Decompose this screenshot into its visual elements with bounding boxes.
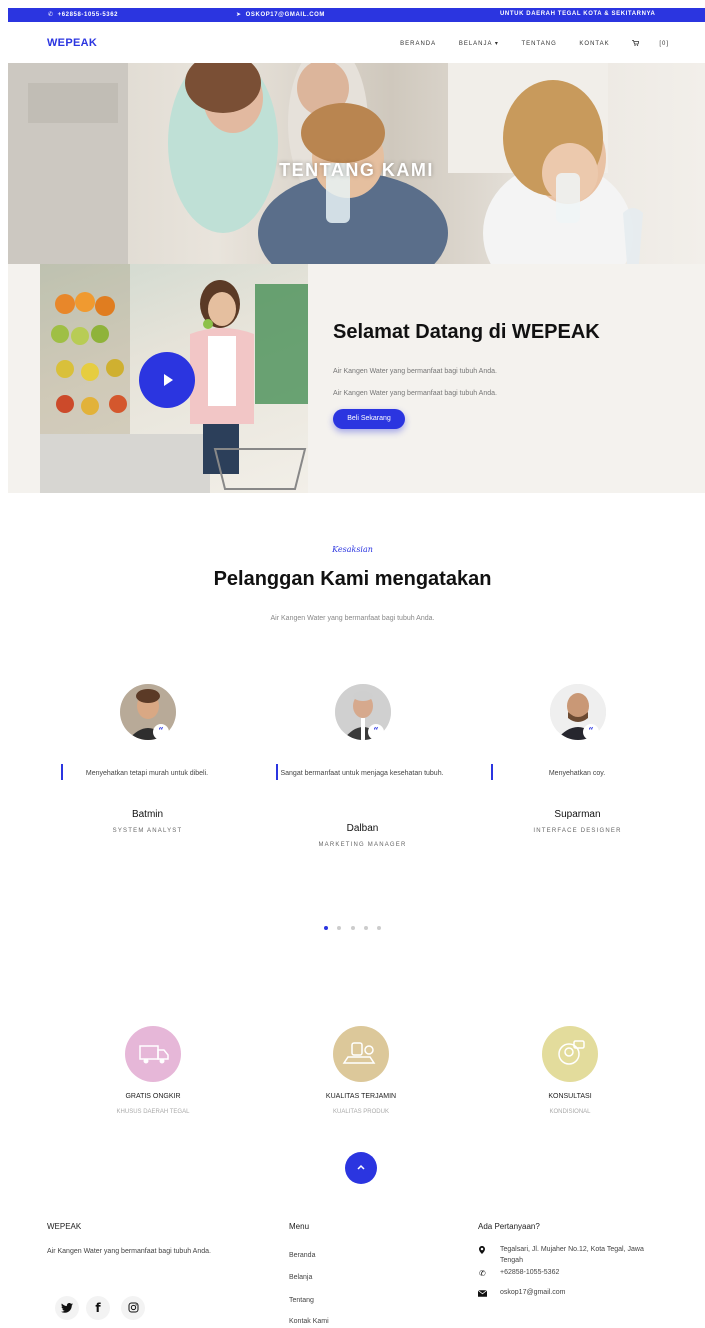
chevron-up-icon <box>357 1164 365 1170</box>
nav-cart[interactable]: [0] <box>632 40 669 47</box>
nav-beranda[interactable]: BERANDA <box>400 41 436 47</box>
welcome-text-2: Air Kangen Water yang bermanfaat bagi tu… <box>333 390 497 397</box>
footer-email[interactable]: oskop17@gmail.com <box>500 1289 565 1296</box>
testimonial-quote: Menyehatkan coy. <box>548 770 606 777</box>
carousel-dots <box>0 917 705 935</box>
topbar-email[interactable]: ➤ OSKOP17@GMAIL.COM <box>236 11 325 18</box>
consult-icon <box>542 1026 598 1082</box>
envelope-icon <box>477 1289 488 1299</box>
footer-address: Tegalsari, Jl. Mujaher No.12, Kota Tegal… <box>500 1246 644 1253</box>
testimonial-role: INTERFACE DESIGNER <box>533 828 622 834</box>
nav-belanja[interactable]: BELANJA ▾ <box>459 40 499 47</box>
play-icon <box>139 352 195 408</box>
welcome-text-1: Air Kangen Water yang bermanfaat bagi tu… <box>333 368 497 375</box>
phone-icon: ✆ <box>48 12 54 18</box>
feature-free-shipping: GRATIS ONGKIR KHUSUS DAERAH TEGAL <box>53 1026 253 1115</box>
quote-icon: “ <box>583 724 599 740</box>
testimonial-role: SYSTEM ANALYST <box>112 828 183 834</box>
hero-title: TENTANG KAMI <box>279 160 434 180</box>
feature-subtitle: KUALITAS PRODUK <box>333 1109 389 1115</box>
footer-link-beranda[interactable]: Beranda <box>289 1252 315 1259</box>
feature-title: GRATIS ONGKIR <box>125 1093 181 1100</box>
carousel-dot[interactable] <box>337 926 342 930</box>
feature-title: KUALITAS TERJAMIN <box>325 1093 397 1100</box>
feature-quality: KUALITAS TERJAMIN KUALITAS PRODUK <box>261 1026 461 1115</box>
feature-title: KONSULTASI <box>548 1093 592 1100</box>
footer-menu-title: Menu <box>289 1222 310 1231</box>
testimonial-name: Batmin <box>131 809 164 820</box>
facebook-button[interactable]: f <box>86 1296 110 1320</box>
welcome-heading: Selamat Datang di WEPEAK <box>333 321 600 343</box>
footer-link-tentang[interactable]: Tentang <box>289 1297 314 1304</box>
feature-subtitle: KHUSUS DAERAH TEGAL <box>116 1109 190 1115</box>
feature-subtitle: KONDISIONAL <box>549 1109 591 1115</box>
footer-address-2: Tengah <box>500 1257 523 1264</box>
testimonial-card: “ Menyehatkan tetapi murah untuk dibeli.… <box>40 684 255 844</box>
footer-contact-title: Ada Pertanyaan? <box>478 1222 540 1231</box>
testimonials-subtitle: Air Kangen Water yang bermanfaat bagi tu… <box>270 615 435 622</box>
testimonials-title: Pelanggan Kami mengatakan <box>213 568 492 590</box>
scroll-to-top-button[interactable] <box>345 1152 377 1184</box>
welcome-section: Selamat Datang di WEPEAK Air Kangen Wate… <box>8 264 705 493</box>
footer-about: Air Kangen Water yang bermanfaat bagi tu… <box>47 1248 211 1255</box>
facebook-icon: f <box>95 1301 101 1315</box>
carousel-dot[interactable] <box>377 926 382 930</box>
testimonial-quote: Sangat bermanfaat untuk menjaga kesehata… <box>280 770 444 777</box>
twitter-icon <box>61 1303 73 1313</box>
play-video-button[interactable] <box>137 350 197 415</box>
testimonial-name: Dalban <box>346 823 379 834</box>
phone-icon: ✆ <box>479 1269 486 1278</box>
carousel-dot[interactable] <box>350 926 355 930</box>
main-nav: BERANDA BELANJA ▾ TENTANG KONTAK [0] <box>380 40 669 47</box>
quote-icon: “ <box>368 724 384 740</box>
quote-icon: “ <box>153 724 169 740</box>
paper-plane-icon: ➤ <box>236 12 242 18</box>
hero-banner: TENTANG KAMI <box>8 63 705 264</box>
footer-phone[interactable]: +62858-1055-5362 <box>500 1269 559 1276</box>
truck-icon <box>125 1026 181 1082</box>
cart-count: [0] <box>659 41 669 47</box>
nav-tentang[interactable]: TENTANG <box>522 41 557 47</box>
buy-now-button[interactable]: Beli Sekarang <box>333 409 405 429</box>
testimonial-quote: Menyehatkan tetapi murah untuk dibeli. <box>85 770 209 777</box>
footer-link-kontak[interactable]: Kontak Kami <box>289 1318 329 1325</box>
testimonial-card: “ Sangat bermanfaat untuk menjaga keseha… <box>255 684 470 854</box>
feature-consultation: KONSULTASI KONDISIONAL <box>470 1026 670 1115</box>
topbar-phone[interactable]: ✆ +62858-1055-5362 <box>48 11 118 18</box>
navbar: WEPEAK BERANDA BELANJA ▾ TENTANG KONTAK … <box>8 22 705 62</box>
topbar-area: UNTUK DAERAH TEGAL KOTA & SEKITARNYA <box>500 11 656 17</box>
map-marker-icon <box>479 1246 485 1256</box>
brand-logo[interactable]: WEPEAK <box>47 37 97 49</box>
carousel-dot[interactable] <box>363 926 368 930</box>
testimonials-eyebrow: Kesaksian <box>332 545 373 554</box>
testimonial-role: MARKETING MANAGER <box>318 842 407 848</box>
cart-icon <box>632 40 640 46</box>
testimonial-card: “ Menyehatkan coy. Suparman INTERFACE DE… <box>470 684 685 844</box>
twitter-button[interactable] <box>55 1296 79 1320</box>
top-contact-bar: ✆ +62858-1055-5362 ➤ OSKOP17@GMAIL.COM UNT… <box>8 8 705 22</box>
testimonial-name: Suparman <box>554 809 601 820</box>
carousel-dot[interactable] <box>323 926 328 930</box>
footer-brand: WEPEAK <box>47 1222 82 1231</box>
quality-icon <box>333 1026 389 1082</box>
footer-link-belanja[interactable]: Belanja <box>289 1274 312 1281</box>
nav-kontak[interactable]: KONTAK <box>579 41 609 47</box>
instagram-icon <box>128 1302 138 1313</box>
instagram-button[interactable] <box>121 1296 145 1320</box>
